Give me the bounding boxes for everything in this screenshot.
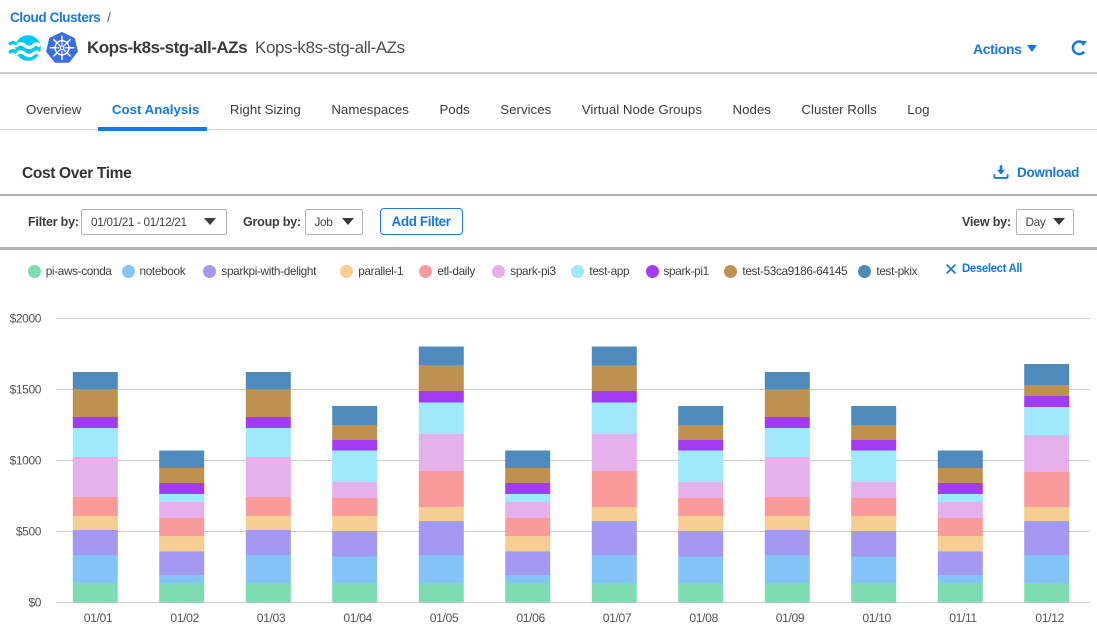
svg-text:$0: $0 (28, 596, 41, 610)
svg-text:01/04: 01/04 (343, 611, 372, 625)
svg-text:01/01: 01/01 (84, 611, 113, 625)
svg-text:01/07: 01/07 (603, 611, 632, 625)
svg-text:$2000: $2000 (10, 312, 42, 326)
svg-text:01/12: 01/12 (1035, 611, 1064, 625)
svg-text:01/08: 01/08 (689, 611, 718, 625)
svg-text:01/11: 01/11 (949, 611, 977, 625)
svg-text:01/05: 01/05 (430, 611, 459, 625)
svg-text:$500: $500 (16, 525, 42, 539)
svg-text:$1500: $1500 (10, 383, 42, 397)
svg-text:01/06: 01/06 (516, 611, 545, 625)
svg-text:01/03: 01/03 (257, 611, 286, 625)
svg-text:01/02: 01/02 (170, 611, 199, 625)
svg-text:01/09: 01/09 (776, 611, 805, 625)
svg-text:01/10: 01/10 (862, 611, 891, 625)
svg-text:$1000: $1000 (10, 454, 42, 468)
